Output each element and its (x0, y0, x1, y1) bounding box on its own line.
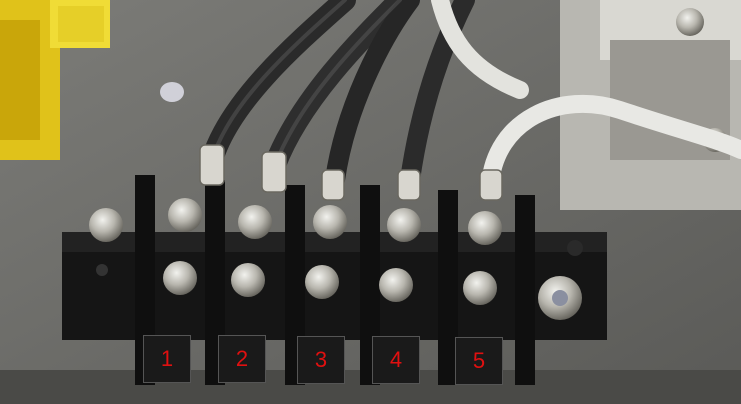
terminal-label-5: 5 (455, 337, 503, 385)
terminal-label-1: 1 (143, 335, 191, 383)
terminal-block-photo: 1 2 3 4 5 (0, 0, 741, 404)
terminal-label-4: 4 (372, 336, 420, 384)
photo-scene (0, 0, 741, 404)
terminal-label-3: 3 (297, 336, 345, 384)
terminal-label-2: 2 (218, 335, 266, 383)
